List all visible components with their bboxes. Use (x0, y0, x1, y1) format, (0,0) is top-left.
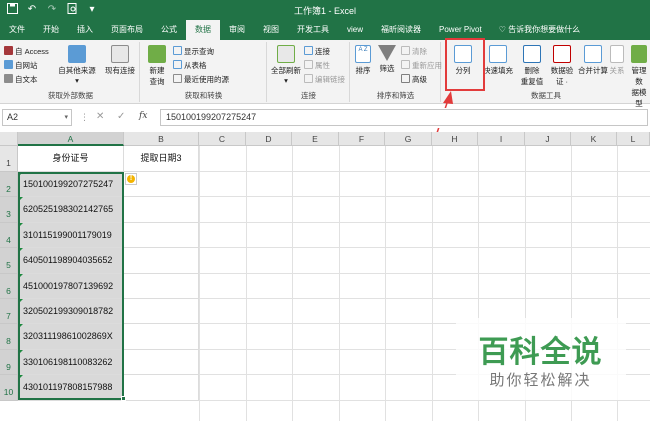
watermark-title: 百科全说 (478, 335, 603, 370)
error-smart-tag[interactable]: ! (125, 173, 137, 185)
name-box[interactable]: A2 ▾ (2, 109, 72, 126)
enter-icon[interactable]: ✓ (117, 111, 125, 122)
watermark-subtitle: 助你轻松解决 (489, 371, 592, 389)
formula-bar-separator: ⋮ (80, 112, 89, 122)
formula-input[interactable]: 150100199207275247 (160, 109, 648, 126)
insert-function-icon[interactable]: fx (139, 111, 147, 121)
name-box-dropdown-icon[interactable]: ▾ (64, 110, 68, 125)
warning-icon: ! (127, 175, 135, 183)
fill-handle[interactable] (121, 396, 126, 401)
formula-bar: A2 ▾ ⋮ ✕ ✓ fx 150100199207275247 (0, 108, 650, 128)
cancel-icon[interactable]: ✕ (96, 111, 104, 122)
